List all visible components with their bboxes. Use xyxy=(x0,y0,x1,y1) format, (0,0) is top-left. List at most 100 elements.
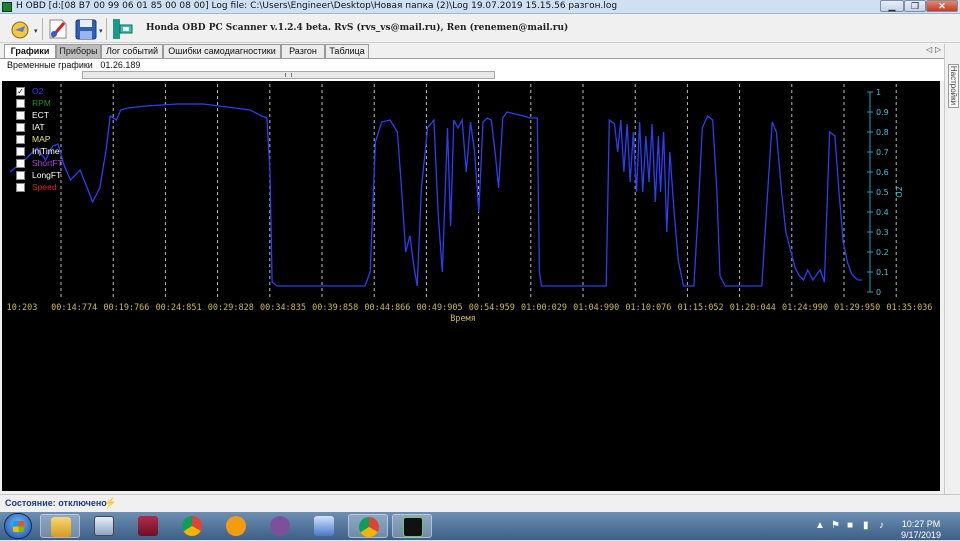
tab-graphs[interactable]: Графики xyxy=(4,44,56,59)
tray-app-icon[interactable]: ■ xyxy=(847,520,853,531)
taskbar-calculator[interactable] xyxy=(84,514,124,538)
tab-acceleration[interactable]: Разгон xyxy=(281,44,325,58)
chart-area[interactable]: 0 0.1 0.2 0.3 0.4 0.5 0.6 0.7 0.8 0.9 1 O2 10:203 00:… xyxy=(2,81,940,491)
y-tick-label: 0.7 xyxy=(876,148,889,157)
legend-item-ect[interactable]: ECT xyxy=(16,110,86,121)
connect-dropdown-icon[interactable]: ▾ xyxy=(34,27,38,35)
legend-checkbox[interactable] xyxy=(16,99,25,108)
system-tray: ▲ ⚑ ■ ▮ ♪ 10:27 PM 9/17/2019 xyxy=(805,516,955,540)
legend-checkbox[interactable] xyxy=(16,123,25,132)
x-tick-label: 00:39:858 xyxy=(312,303,358,313)
taskbar-winrar[interactable] xyxy=(128,514,168,538)
legend-label: RPM xyxy=(32,98,51,108)
tab-bar: Графики Приборы Лог событий Ошибки самод… xyxy=(0,44,944,59)
legend-label: ECT xyxy=(32,110,49,120)
tab-scroll-left-icon[interactable]: ◁ xyxy=(926,45,932,54)
legend-checkbox[interactable] xyxy=(16,171,25,180)
tray-flag-icon[interactable]: ⚑ xyxy=(831,520,840,531)
toolbar: ▾ ▾ Honda OBD PC Scanner v.1.2.4 beta. R… xyxy=(0,15,960,43)
taskbar-chrome-2[interactable] xyxy=(348,514,388,538)
tab-event-log[interactable]: Лог событий xyxy=(101,44,163,58)
minimize-button[interactable]: ▁ xyxy=(880,0,904,12)
settings-icon xyxy=(113,19,133,39)
legend-item-injtime[interactable]: InjTime xyxy=(16,146,86,157)
tray-expand-icon[interactable]: ▲ xyxy=(815,520,825,531)
start-button[interactable] xyxy=(4,513,32,539)
legend-item-longft[interactable]: LongFT xyxy=(16,170,86,181)
tray-volume-icon[interactable]: ♪ xyxy=(879,520,884,531)
legend-checkbox[interactable] xyxy=(16,135,25,144)
taskbar-explorer[interactable] xyxy=(40,514,80,538)
legend-item-iat[interactable]: IAT xyxy=(16,122,86,133)
x-tick-label: 01:15:052 xyxy=(678,303,724,313)
x-tick-label: 01:04:990 xyxy=(573,303,619,313)
y-tick-label: 0.1 xyxy=(876,268,889,277)
legend-item-shortft[interactable]: ShortFT xyxy=(16,158,86,169)
legend-item-map[interactable]: MAP xyxy=(16,134,86,145)
calculator-icon xyxy=(94,516,114,536)
chrome-icon xyxy=(359,517,379,537)
y-tick-label: 0.4 xyxy=(876,208,889,217)
legend-label: O2 xyxy=(32,86,44,96)
legend-item-speed[interactable]: Speed xyxy=(16,182,86,193)
y-tick-label: 0.8 xyxy=(876,128,889,137)
legend-checkbox[interactable] xyxy=(16,147,25,156)
app-title: Honda OBD PC Scanner v.1.2.4 beta. RvS (… xyxy=(146,23,569,33)
explorer-icon xyxy=(51,517,71,537)
y-tick-label: 0.5 xyxy=(876,188,889,197)
window-title: H OBD [d:[08 B7 00 99 06 01 85 00 08 00]… xyxy=(16,1,618,11)
toolbar-separator xyxy=(42,18,43,40)
status-bar: Состояние: отключено ⚡ xyxy=(0,494,960,512)
save-button[interactable] xyxy=(74,17,98,41)
horizontal-scrollbar[interactable] xyxy=(82,71,495,79)
disconnect-button[interactable] xyxy=(46,17,70,41)
winrar-icon xyxy=(138,516,158,536)
connect-icon xyxy=(11,21,29,39)
x-tick-label: 00:49:905 xyxy=(417,303,463,313)
legend-item-rpm[interactable]: RPM xyxy=(16,98,86,109)
taskbar-chrome[interactable] xyxy=(172,514,212,538)
legend-item-o2[interactable]: ✓ O2 xyxy=(16,86,86,97)
x-tick-label: 01:00:029 xyxy=(521,303,567,313)
y-tick-label: 1 xyxy=(876,88,881,97)
clock-time: 10:27 PM xyxy=(901,519,941,529)
connect-button[interactable] xyxy=(10,17,34,41)
legend-label: ShortFT xyxy=(32,158,63,168)
disconnect-icon xyxy=(49,19,67,39)
legend-checkbox[interactable] xyxy=(16,183,25,192)
legend-label: LongFT xyxy=(32,170,62,180)
close-button[interactable]: ✕ xyxy=(926,0,958,12)
taskbar-obd-scanner[interactable] xyxy=(392,514,432,538)
legend-checkbox[interactable] xyxy=(16,111,25,120)
chrome-icon xyxy=(182,516,202,536)
cursor-time: 01.26.189 xyxy=(100,60,141,70)
x-tick-label: 01:29:950 xyxy=(834,303,880,313)
y-tick-label: 0.6 xyxy=(876,168,889,177)
settings-button[interactable] xyxy=(110,17,134,41)
clock[interactable]: 10:27 PM 9/17/2019 xyxy=(901,519,941,541)
tray-network-icon[interactable]: ▮ xyxy=(863,520,869,531)
y-axis-label: O2 xyxy=(895,186,904,197)
save-dropdown-icon[interactable]: ▾ xyxy=(99,27,103,35)
tab-diagnostic-errors[interactable]: Ошибки самодиагностики xyxy=(163,44,281,58)
settings-side-tab-label: Настройки xyxy=(949,65,959,106)
tab-table[interactable]: Таблица xyxy=(325,44,369,58)
y-tick-label: 0.3 xyxy=(876,228,889,237)
scroll-thumb[interactable] xyxy=(285,73,292,77)
taskbar-viber[interactable] xyxy=(260,514,300,538)
tab-gauges[interactable]: Приборы xyxy=(56,44,101,58)
title-bar[interactable]: H OBD [d:[08 B7 00 99 06 01 85 00 08 00]… xyxy=(0,0,960,14)
settings-side-tab[interactable]: Настройки xyxy=(948,64,959,108)
legend-checkbox[interactable]: ✓ xyxy=(16,87,25,96)
maximize-button[interactable]: ❐ xyxy=(904,0,926,12)
taskbar-aimp[interactable] xyxy=(216,514,256,538)
save-icon xyxy=(75,19,97,40)
y-tick-label: 0.9 xyxy=(876,108,889,117)
obd-scanner-icon xyxy=(403,517,423,537)
clock-date: 9/17/2019 xyxy=(900,530,941,540)
maximize-icon: ❐ xyxy=(910,1,920,11)
taskbar-network[interactable] xyxy=(304,514,344,538)
connection-status: Состояние: отключено xyxy=(5,498,107,508)
tab-scroll-right-icon[interactable]: ▷ xyxy=(935,45,941,54)
legend-checkbox[interactable] xyxy=(16,159,25,168)
